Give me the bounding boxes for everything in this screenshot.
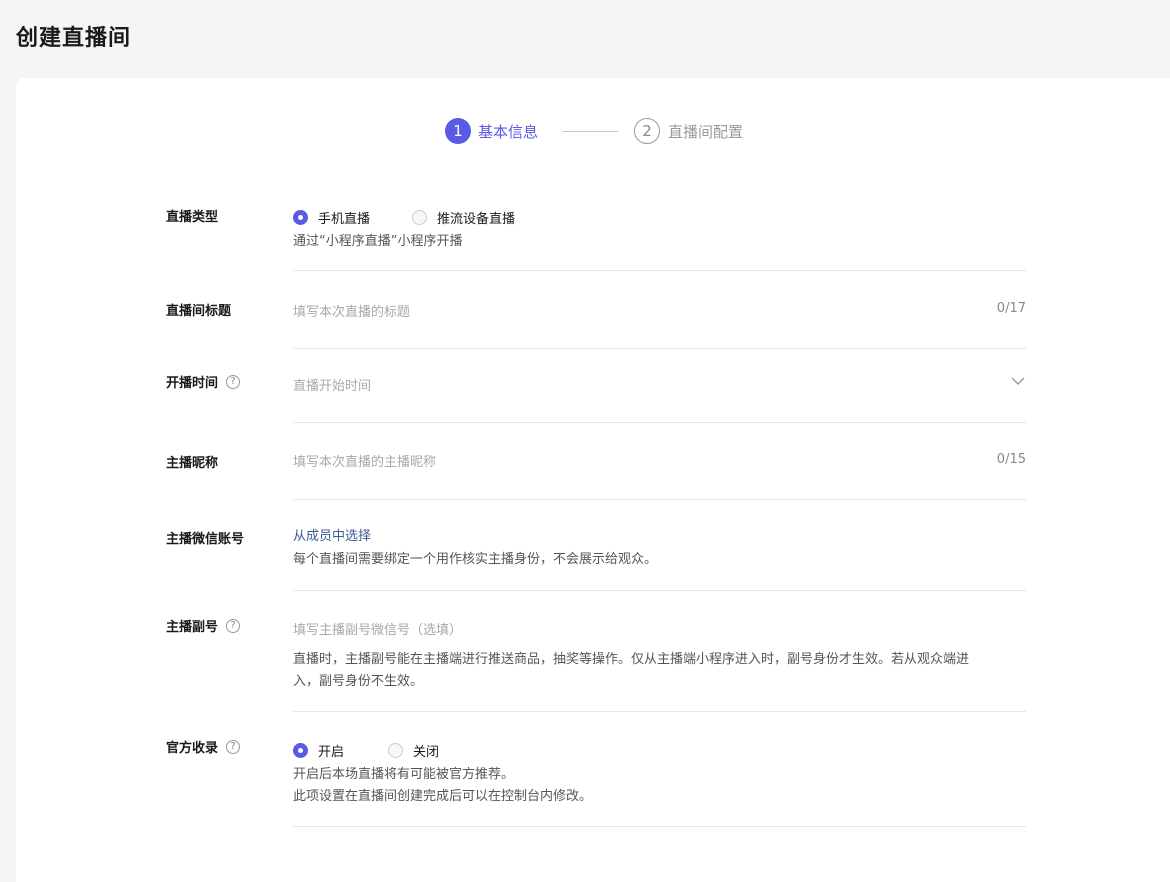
radio-unchecked-icon	[412, 210, 428, 225]
step-1-number: 1	[445, 118, 471, 144]
select-from-members-link[interactable]: 从成员中选择	[293, 525, 371, 544]
anchor-wechat-label: 主播微信账号	[166, 532, 245, 547]
step-2-number: 2	[634, 118, 660, 144]
anchor-sub-hint-2: 入，副号身份不生效。	[293, 674, 424, 689]
step-2-label: 直播间配置	[668, 123, 744, 141]
radio-checked-icon	[293, 743, 308, 758]
form-card: 1 基本信息 2 直播间配置 直播类型 手机直播 推流设备直播 通过“小程序直播…	[16, 78, 1170, 882]
divider	[293, 422, 1026, 423]
official-radio-group: 开启 关闭	[293, 741, 439, 760]
help-circle-icon[interactable]: ?	[226, 739, 241, 754]
radio-checked-icon	[293, 210, 308, 225]
anchor-sub-hint-1: 直播时，主播副号能在主播端进行推送商品，抽奖等操作。仅从主播端小程序进入时，副号…	[293, 652, 970, 667]
official-label: 官方收录 ?	[166, 737, 241, 756]
anchor-sub-input[interactable]	[293, 618, 1026, 642]
divider	[293, 590, 1026, 591]
divider	[293, 826, 1026, 827]
anchor-nickname-counter: 0/15	[996, 452, 1026, 467]
radio-unchecked-icon	[388, 743, 404, 758]
step-connector	[562, 131, 618, 132]
radio-mobile-live[interactable]: 手机直播	[293, 208, 370, 227]
anchor-nickname-label: 主播昵称	[166, 456, 219, 471]
chevron-down-icon[interactable]	[1010, 375, 1026, 387]
official-hint-2: 此项设置在直播间创建完成后可以在控制台内修改。	[293, 789, 593, 804]
room-title-input[interactable]	[293, 300, 973, 324]
step-1-label: 基本信息	[478, 123, 539, 141]
divider	[293, 499, 1026, 500]
start-time-label: 开播时间 ?	[166, 372, 241, 391]
anchor-nickname-input[interactable]	[293, 450, 973, 474]
official-hint-1: 开启后本场直播将有可能被官方推荐。	[293, 767, 515, 782]
help-circle-icon[interactable]: ?	[226, 374, 241, 389]
divider	[293, 711, 1026, 712]
live-type-hint: 通过“小程序直播”小程序开播	[293, 234, 463, 249]
anchor-wechat-hint: 每个直播间需要绑定一个用作核实主播身份，不会展示给观众。	[293, 552, 658, 567]
radio-official-on[interactable]: 开启	[293, 741, 344, 760]
divider	[293, 270, 1026, 271]
radio-official-off[interactable]: 关闭	[388, 741, 439, 760]
radio-push-device-live[interactable]: 推流设备直播	[412, 208, 515, 227]
help-circle-icon[interactable]: ?	[226, 618, 241, 633]
divider	[293, 348, 1026, 349]
live-type-label: 直播类型	[166, 210, 219, 225]
start-time-picker[interactable]	[293, 374, 993, 398]
live-type-radio-group: 手机直播 推流设备直播	[293, 208, 515, 227]
page-title: 创建直播间	[16, 26, 132, 51]
room-title-label: 直播间标题	[166, 304, 232, 319]
step-indicator: 1 基本信息 2 直播间配置	[16, 118, 1170, 144]
anchor-sub-label: 主播副号 ?	[166, 616, 241, 635]
room-title-counter: 0/17	[996, 301, 1026, 316]
